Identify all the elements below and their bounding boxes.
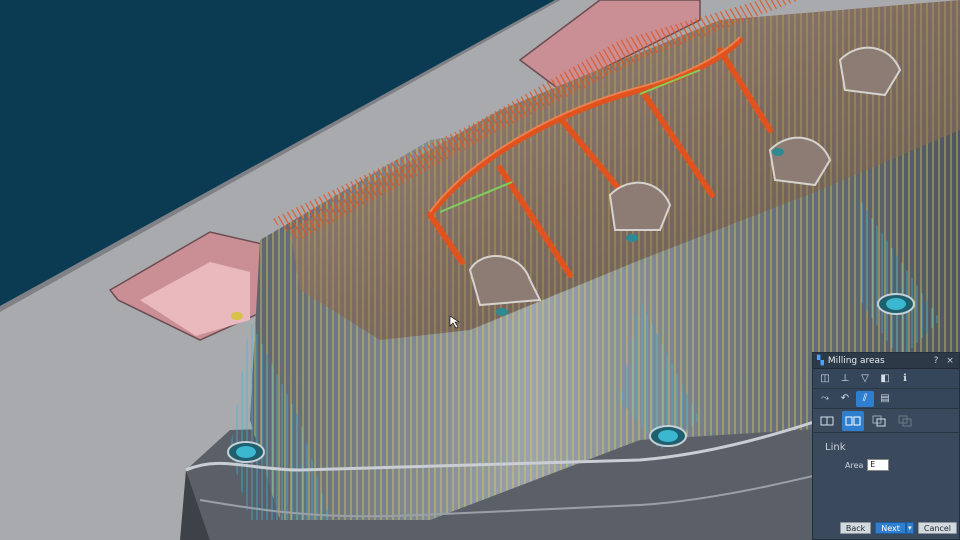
pocket-hole [231,312,243,320]
toolbar-row-2: ⤳ ↶ ⫽ ▤ [813,389,959,409]
area-label: Area [845,460,864,470]
funnel-icon[interactable]: ▽ [856,371,874,387]
area-row: Area E [845,459,890,471]
milling-app-icon: ▚ [817,355,824,366]
hatch-icon[interactable]: ⫽ [856,390,874,407]
axis-icon[interactable]: ⊥ [836,371,854,387]
cube-icon[interactable]: ◧ [876,371,894,387]
dialog-title: Milling areas [827,355,885,366]
dialog-button-bar: Back Next ▾ Cancel [813,517,959,539]
next-button[interactable]: Next [875,522,906,534]
dual-area-icon[interactable] [842,410,864,431]
milling-areas-dialog: ▚ Milling areas ? × ◫ ⊥ ▽ ◧ ℹ ⤳ ↶ ⫽ ▤ Li… [812,352,960,540]
link-section-label: Link [825,442,846,453]
single-area-icon[interactable] [816,411,838,431]
offset-area-icon[interactable] [894,411,916,431]
mode-row [813,409,959,433]
dialog-titlebar[interactable]: ▚ Milling areas ? × [813,353,959,369]
overlap-area-icon[interactable] [868,411,890,431]
back-button[interactable]: Back [839,522,872,534]
path-icon[interactable]: ⤳ [816,391,834,407]
curve-arrow-icon[interactable]: ↶ [836,391,854,407]
help-button[interactable]: ? [931,356,941,366]
area-input[interactable]: E [867,459,890,471]
toolbar-row-1: ◫ ⊥ ▽ ◧ ℹ [813,369,959,389]
info-icon[interactable]: ℹ [896,371,914,387]
page-edit-icon[interactable]: ▤ [876,391,894,407]
view-3d-icon[interactable]: ◫ [816,371,834,387]
close-button[interactable]: × [945,356,955,366]
next-dropdown-icon[interactable]: ▾ [905,522,914,534]
cancel-button[interactable]: Cancel [917,522,957,534]
